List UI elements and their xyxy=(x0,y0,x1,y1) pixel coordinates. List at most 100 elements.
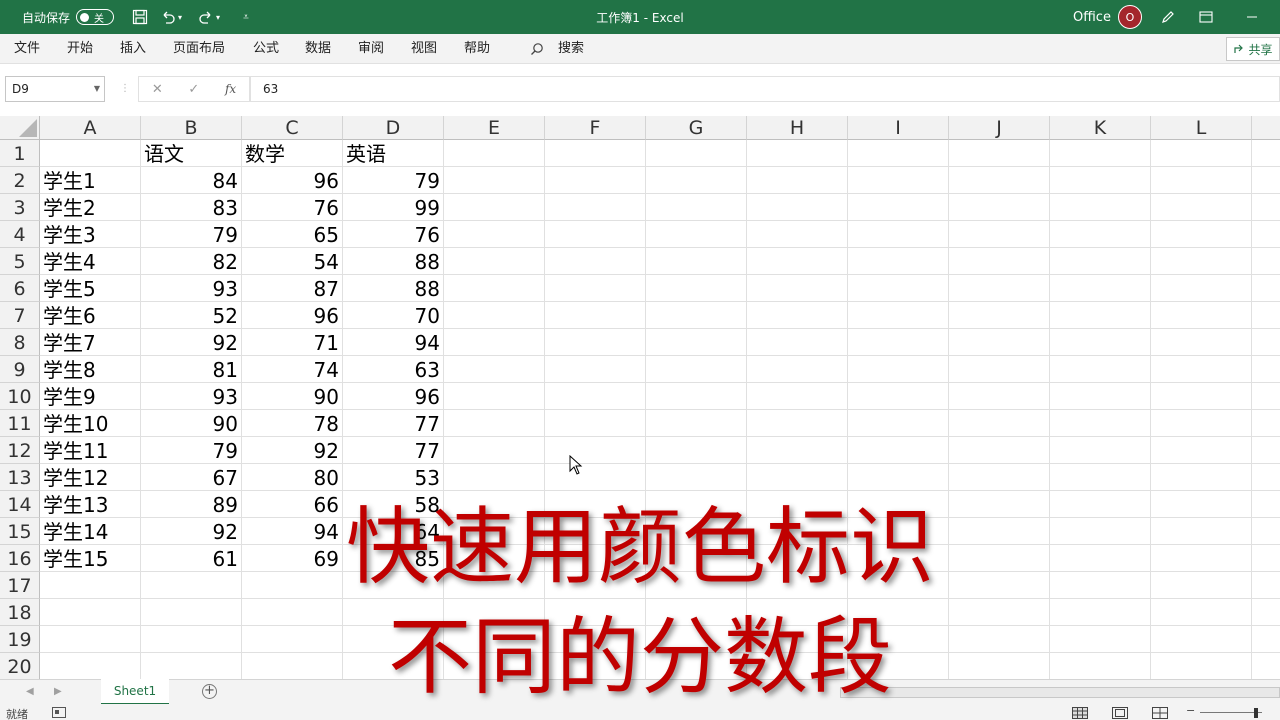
row-header[interactable]: 2 xyxy=(0,167,40,194)
column-header-l[interactable]: L xyxy=(1151,116,1252,140)
table-cell[interactable] xyxy=(1050,653,1151,679)
row-header[interactable]: 6 xyxy=(0,275,40,302)
row-header[interactable]: 18 xyxy=(0,599,40,626)
zoom-slider-thumb[interactable] xyxy=(1254,708,1258,718)
table-cell[interactable] xyxy=(545,302,646,329)
table-cell[interactable] xyxy=(1151,518,1252,545)
table-cell[interactable] xyxy=(1151,167,1252,194)
macro-record-icon[interactable] xyxy=(52,707,66,720)
tab-scroll-left-icon[interactable]: ◀ xyxy=(26,686,34,697)
undo-icon[interactable] xyxy=(158,7,178,27)
search-box[interactable]: 搜索 xyxy=(530,34,584,64)
table-cell[interactable] xyxy=(40,653,141,679)
table-cell[interactable] xyxy=(949,626,1050,653)
table-cell[interactable] xyxy=(747,545,848,572)
table-cell[interactable] xyxy=(747,329,848,356)
row-header[interactable]: 14 xyxy=(0,491,40,518)
table-cell[interactable] xyxy=(848,410,949,437)
tab-scroll-right-icon[interactable]: ▶ xyxy=(54,686,62,697)
table-cell[interactable] xyxy=(545,518,646,545)
column-header-h[interactable]: H xyxy=(747,116,848,140)
table-cell[interactable] xyxy=(444,194,545,221)
table-cell[interactable]: 学生8 xyxy=(40,356,141,383)
column-header-b[interactable]: B xyxy=(141,116,242,140)
table-cell[interactable] xyxy=(747,356,848,383)
row-header[interactable]: 3 xyxy=(0,194,40,221)
table-cell[interactable] xyxy=(1252,194,1280,221)
table-cell[interactable] xyxy=(141,599,242,626)
table-cell[interactable] xyxy=(1252,167,1280,194)
formula-input[interactable]: 63 xyxy=(250,76,1280,102)
table-cell[interactable] xyxy=(444,599,545,626)
table-cell[interactable] xyxy=(545,383,646,410)
table-cell[interactable] xyxy=(848,140,949,167)
table-cell[interactable] xyxy=(40,599,141,626)
table-cell[interactable]: 79 xyxy=(141,437,242,464)
table-cell[interactable]: 学生5 xyxy=(40,275,141,302)
menu-review[interactable]: 审阅 xyxy=(358,34,384,64)
table-cell[interactable]: 学生12 xyxy=(40,464,141,491)
table-cell[interactable] xyxy=(1050,572,1151,599)
table-cell[interactable] xyxy=(141,572,242,599)
table-cell[interactable] xyxy=(40,572,141,599)
table-cell[interactable] xyxy=(646,491,747,518)
table-cell[interactable] xyxy=(1252,140,1280,167)
normal-view-icon[interactable] xyxy=(1072,707,1088,720)
table-cell[interactable] xyxy=(444,464,545,491)
menu-data[interactable]: 数据 xyxy=(305,34,331,64)
table-cell[interactable] xyxy=(1050,140,1151,167)
table-cell[interactable] xyxy=(1151,248,1252,275)
row-header[interactable]: 8 xyxy=(0,329,40,356)
table-cell[interactable]: 58 xyxy=(343,491,444,518)
table-cell[interactable] xyxy=(1252,491,1280,518)
table-cell[interactable] xyxy=(1050,329,1151,356)
table-cell[interactable] xyxy=(848,572,949,599)
table-cell[interactable]: 92 xyxy=(141,518,242,545)
menu-page-layout[interactable]: 页面布局 xyxy=(173,34,225,64)
table-cell[interactable] xyxy=(646,410,747,437)
row-header[interactable]: 9 xyxy=(0,356,40,383)
table-cell[interactable]: 学生3 xyxy=(40,221,141,248)
table-cell[interactable] xyxy=(949,545,1050,572)
table-cell[interactable] xyxy=(1050,383,1151,410)
table-cell[interactable]: 92 xyxy=(141,329,242,356)
column-header-d[interactable]: D xyxy=(343,116,444,140)
table-cell[interactable] xyxy=(949,221,1050,248)
column-header-partial[interactable] xyxy=(1252,116,1280,140)
table-cell[interactable] xyxy=(444,302,545,329)
table-cell[interactable] xyxy=(848,302,949,329)
table-cell[interactable] xyxy=(1151,383,1252,410)
table-cell[interactable] xyxy=(646,626,747,653)
table-cell[interactable] xyxy=(1151,572,1252,599)
table-cell[interactable] xyxy=(545,653,646,679)
table-cell[interactable] xyxy=(747,410,848,437)
table-cell[interactable]: 96 xyxy=(242,302,343,329)
account-label[interactable]: Office xyxy=(1073,10,1111,25)
confirm-icon[interactable]: ✓ xyxy=(188,82,199,97)
table-cell[interactable] xyxy=(1151,626,1252,653)
table-cell[interactable] xyxy=(242,626,343,653)
table-cell[interactable] xyxy=(545,167,646,194)
table-cell[interactable] xyxy=(545,140,646,167)
table-cell[interactable] xyxy=(242,599,343,626)
table-cell[interactable]: 64 xyxy=(343,518,444,545)
share-button[interactable]: 共享 xyxy=(1226,37,1280,61)
table-cell[interactable] xyxy=(646,221,747,248)
row-header[interactable]: 17 xyxy=(0,572,40,599)
table-cell[interactable] xyxy=(1252,599,1280,626)
table-cell[interactable] xyxy=(848,383,949,410)
table-cell[interactable] xyxy=(747,167,848,194)
table-cell[interactable] xyxy=(545,437,646,464)
table-cell[interactable] xyxy=(949,167,1050,194)
table-cell[interactable] xyxy=(848,167,949,194)
table-cell[interactable] xyxy=(747,518,848,545)
table-cell[interactable]: 英语 xyxy=(343,140,444,167)
table-cell[interactable]: 96 xyxy=(343,383,444,410)
table-cell[interactable] xyxy=(1151,437,1252,464)
table-cell[interactable]: 79 xyxy=(141,221,242,248)
table-cell[interactable] xyxy=(1050,437,1151,464)
table-cell[interactable]: 学生14 xyxy=(40,518,141,545)
table-cell[interactable] xyxy=(545,275,646,302)
table-cell[interactable]: 76 xyxy=(242,194,343,221)
table-cell[interactable] xyxy=(444,653,545,679)
